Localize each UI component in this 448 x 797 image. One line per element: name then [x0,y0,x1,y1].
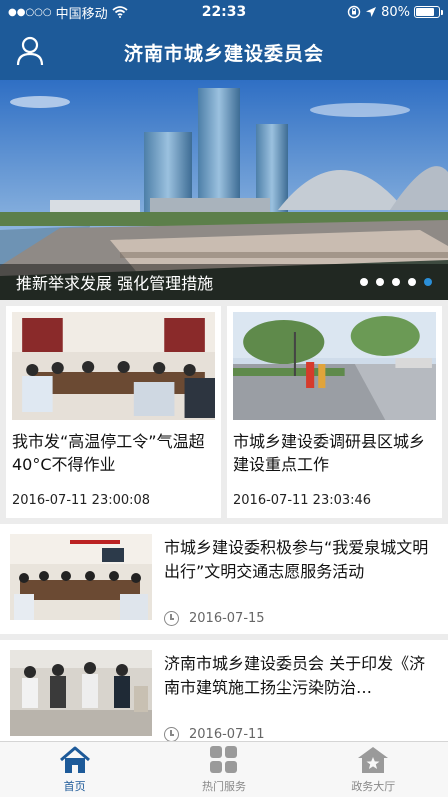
tab-government-hall-label: 政务大厅 [351,779,396,793]
wifi-icon [112,6,128,18]
featured-thumbnail [12,312,215,420]
status-right: 80% [347,4,443,20]
featured-date: 2016-07-11 23:00:08 [12,493,151,508]
status-left: ●●○○○ 中国移动 [8,3,128,22]
clock-icon [164,611,179,626]
pager-dot[interactable] [392,278,400,286]
banner-caption[interactable]: 推新举求发展 强化管理措施 [16,270,360,294]
carrier-name: 中国移动 [55,6,108,22]
news-meta: 2016-07-15 [164,611,438,626]
featured-card[interactable]: 市城乡建设委调研县区城乡建设重点工作 2016-07-11 23:03:46 [227,306,442,518]
pager-dot-active[interactable] [424,278,432,286]
tab-home[interactable]: 首页 [0,742,149,797]
banner-carousel[interactable]: 推新举求发展 强化管理措施 [0,80,448,300]
signal-strength: ●●○○○ [8,6,52,18]
pager-dot[interactable] [408,278,416,286]
home-icon [59,746,90,773]
news-date: 2016-07-11 [189,727,265,742]
grid-icon [209,745,237,773]
clock-icon [164,727,179,742]
hall-icon [358,746,389,773]
battery-icon [414,6,443,18]
featured-title[interactable]: 我市发“高温停工令”气温超40°C不得作业 [12,430,215,480]
news-list-item[interactable]: 市城乡建设委积极参与“我爱泉城文明出行”文明交通志愿服务活动 2016-07-1… [0,524,448,634]
news-title[interactable]: 市城乡建设委积极参与“我爱泉城文明出行”文明交通志愿服务活动 [164,536,438,584]
page-title: 济南市城乡建设委员会 [123,42,324,65]
tab-hot-services[interactable]: 热门服务 [149,742,298,797]
featured-thumbnail [233,312,436,420]
tab-government-hall[interactable]: 政务大厅 [299,742,448,797]
news-thumbnail [10,650,152,736]
featured-news-grid: 我市发“高温停工令”气温超40°C不得作业 2016-07-11 23:00:0… [0,300,448,518]
featured-card[interactable]: 我市发“高温停工令”气温超40°C不得作业 2016-07-11 23:00:0… [6,306,221,518]
orientation-lock-icon [347,5,361,19]
tab-home-label: 首页 [63,779,86,793]
top-bar: ●●○○○ 中国移动 22:33 80% 济南市城乡建设委员会 [0,0,448,80]
pager-dot[interactable] [360,278,368,286]
news-date: 2016-07-15 [189,611,265,626]
news-list-item[interactable]: 济南市城乡建设委员会 关于印发《济南市建筑施工扬尘污染防治… 2016-07-1… [0,640,448,750]
news-body: 市城乡建设委积极参与“我爱泉城文明出行”文明交通志愿服务活动 2016-07-1… [164,534,438,626]
news-body: 济南市城乡建设委员会 关于印发《济南市建筑施工扬尘污染防治… 2016-07-1… [164,650,438,742]
news-thumbnail [10,534,152,620]
pager-dot[interactable] [376,278,384,286]
featured-title[interactable]: 市城乡建设委调研县区城乡建设重点工作 [233,430,436,480]
status-bar: ●●○○○ 中国移动 22:33 80% [0,0,448,24]
bottom-tab-bar: 首页 热门服务 政务大厅 [0,741,448,797]
banner-caption-bar: 推新举求发展 强化管理措施 [0,264,448,300]
tab-hot-services-label: 热门服务 [201,779,246,793]
banner-pager [360,278,432,286]
battery-percent: 80% [381,4,410,20]
featured-date: 2016-07-11 23:03:46 [233,493,372,508]
location-icon [366,7,377,17]
user-icon[interactable] [16,36,44,66]
app-header: 济南市城乡建设委员会 [0,24,448,80]
news-meta: 2016-07-11 [164,727,438,742]
news-title[interactable]: 济南市城乡建设委员会 关于印发《济南市建筑施工扬尘污染防治… [164,652,438,700]
